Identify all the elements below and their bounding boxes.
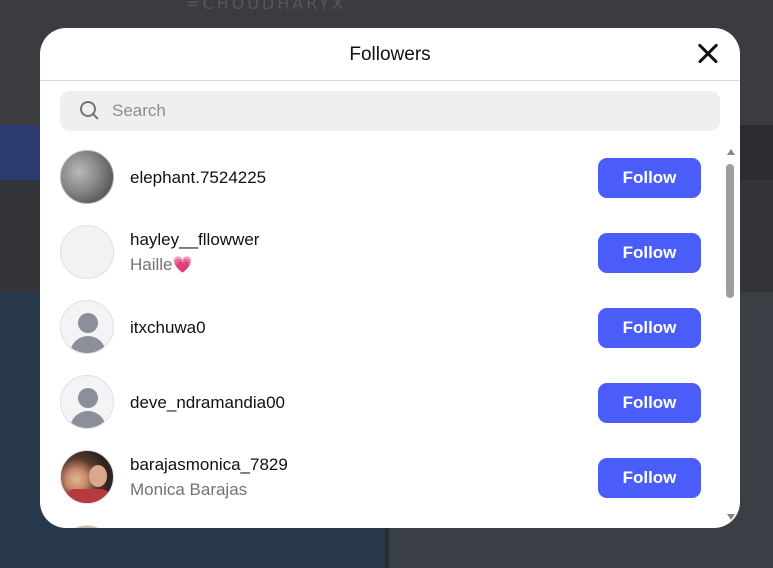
username[interactable]: barajasmonica_7829 — [130, 455, 288, 475]
search-icon — [80, 101, 100, 121]
avatar[interactable] — [60, 225, 114, 279]
avatar-head-shape — [78, 388, 98, 408]
follow-button[interactable]: Follow — [598, 458, 701, 498]
full-name-text: Haille — [130, 255, 173, 274]
follow-button[interactable]: Follow — [598, 158, 701, 198]
background-accent — [0, 125, 40, 180]
full-name: Haille💗 — [130, 255, 259, 275]
follower-row-partial[interactable] — [40, 515, 740, 528]
heart-emoji-icon: 💗 — [172, 257, 193, 274]
avatar[interactable] — [60, 450, 114, 504]
follow-button[interactable]: Follow — [598, 308, 701, 348]
search-input[interactable] — [110, 100, 674, 122]
follower-row[interactable]: elephant.7524225 Follow — [40, 140, 740, 215]
follower-names: hayley__fllowwer Haille💗 — [130, 215, 259, 290]
search-bar — [60, 91, 720, 131]
username[interactable]: hayley__fllowwer — [130, 230, 259, 250]
follower-names: itxchuwa0 — [130, 290, 206, 365]
dialog-title: Followers — [349, 44, 431, 65]
avatar-photo-detail — [65, 489, 111, 503]
dialog-header: Followers — [40, 28, 740, 81]
follow-button[interactable]: Follow — [598, 233, 701, 273]
avatar[interactable] — [60, 525, 114, 528]
followers-dialog: Followers elephant.7524225 Follow hayley… — [40, 28, 740, 528]
avatar-head-shape — [78, 313, 98, 333]
follower-names: barajasmonica_7829 Monica Barajas — [130, 440, 288, 515]
avatar-body-shape — [70, 411, 106, 428]
scrollbar-thumb[interactable] — [726, 164, 734, 298]
username[interactable]: itxchuwa0 — [130, 318, 206, 338]
avatar-photo-detail — [89, 465, 107, 487]
username[interactable]: elephant.7524225 — [130, 168, 266, 188]
avatar[interactable] — [60, 150, 114, 204]
avatar-body-shape — [70, 336, 106, 353]
follower-row[interactable]: barajasmonica_7829 Monica Barajas Follow — [40, 440, 740, 515]
brand-logo-text: =CHOUDHARYX — [186, 0, 347, 13]
follower-row[interactable]: hayley__fllowwer Haille💗 Follow — [40, 215, 740, 290]
scroll-up-arrow-icon[interactable] — [727, 149, 735, 155]
followers-list: elephant.7524225 Follow hayley__fllowwer… — [40, 140, 740, 528]
full-name: Monica Barajas — [130, 480, 248, 499]
follower-names: deve_ndramandia00 — [130, 365, 285, 440]
close-icon[interactable] — [696, 42, 720, 66]
follower-row[interactable]: itxchuwa0 Follow — [40, 290, 740, 365]
follower-names: elephant.7524225 — [130, 140, 266, 215]
default-avatar-icon[interactable] — [60, 300, 114, 354]
scroll-down-arrow-icon[interactable] — [727, 514, 735, 520]
follower-row[interactable]: deve_ndramandia00 Follow — [40, 365, 740, 440]
follow-button[interactable]: Follow — [598, 383, 701, 423]
username[interactable]: deve_ndramandia00 — [130, 393, 285, 413]
default-avatar-icon[interactable] — [60, 375, 114, 429]
